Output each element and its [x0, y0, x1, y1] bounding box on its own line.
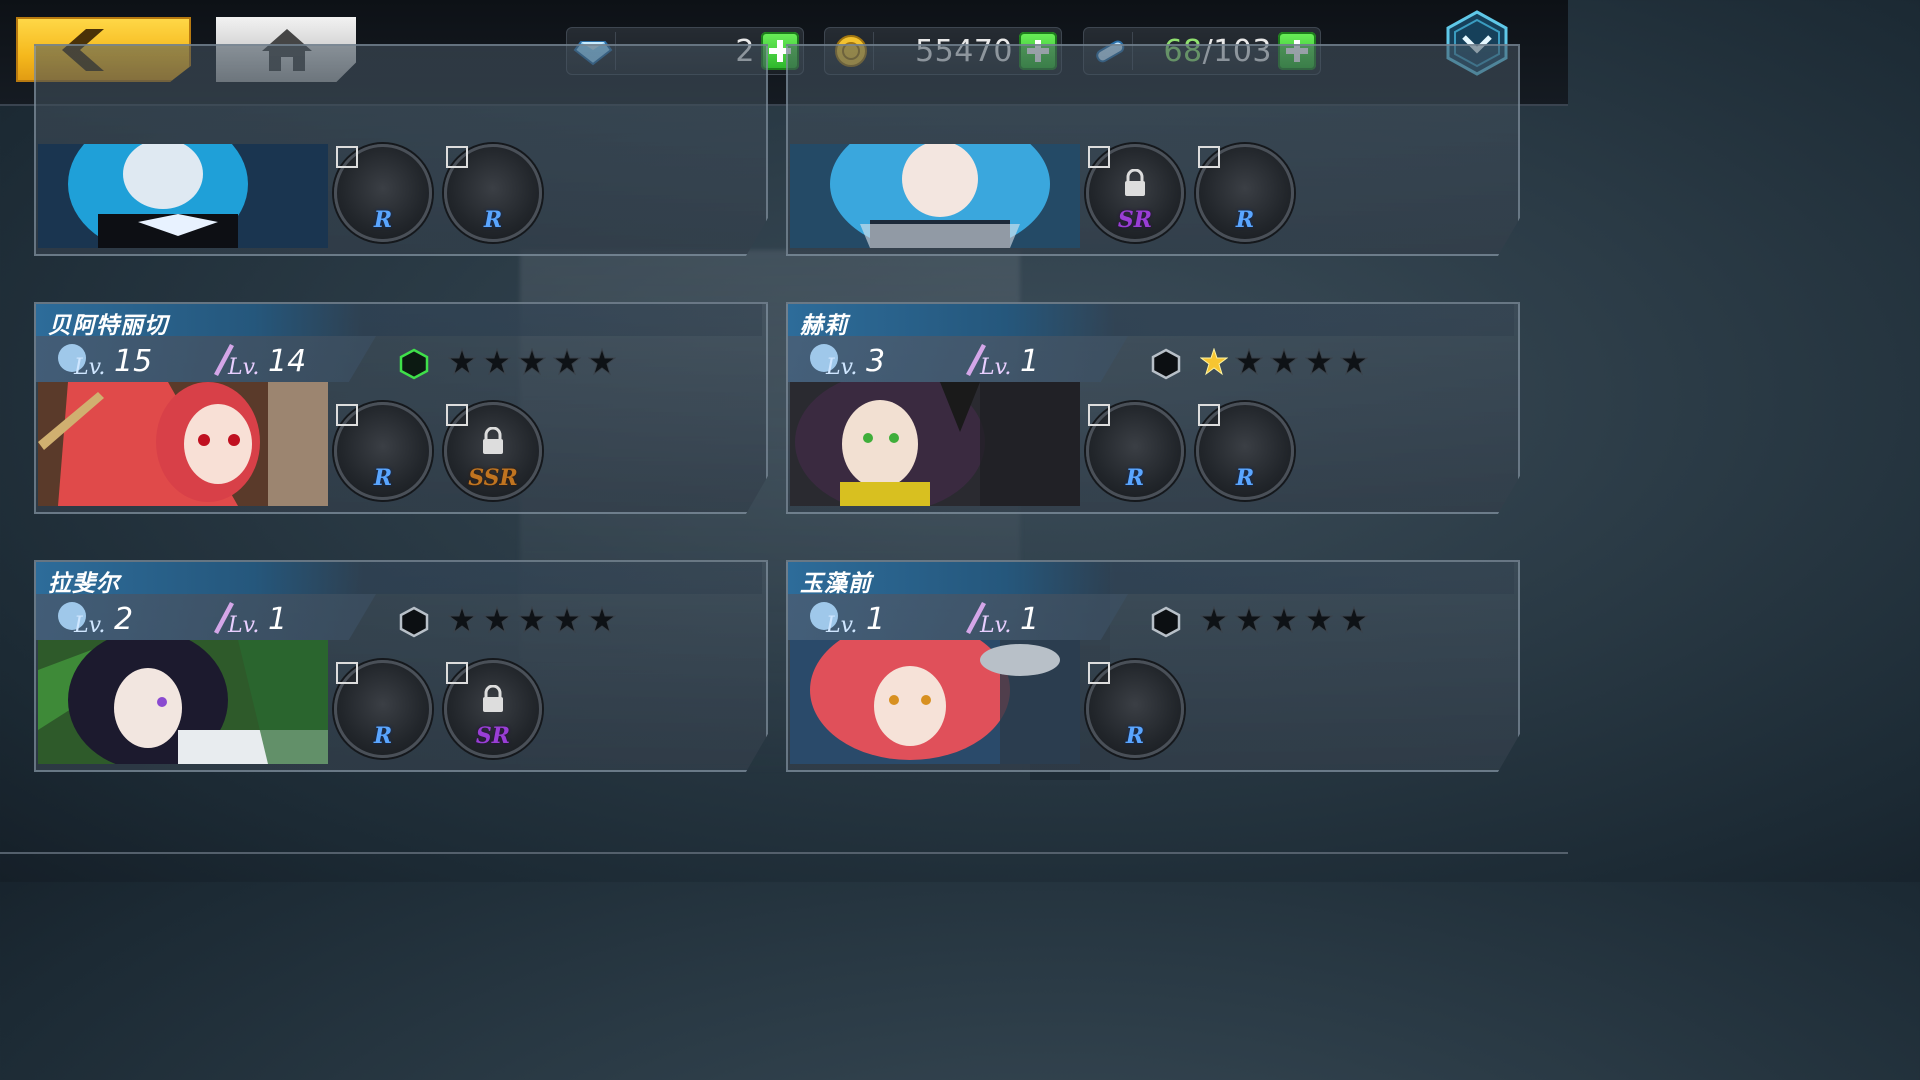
rarity-label: R	[373, 207, 393, 233]
svg-text:Lv.: Lv.	[73, 613, 105, 638]
character-name: 玉藻前	[800, 571, 872, 597]
svg-text:Lv.: Lv.	[227, 355, 259, 380]
rarity-label: SR	[475, 723, 511, 749]
character-portrait	[38, 640, 328, 764]
hexagon-icon	[399, 348, 429, 380]
edit-icon	[446, 404, 468, 426]
character-name: 赫莉	[800, 313, 848, 339]
star-icon	[483, 348, 511, 376]
character-portrait	[38, 144, 328, 248]
name-bar: 拉斐尔	[36, 562, 762, 597]
star-icon	[448, 606, 476, 634]
svg-text:Lv.: Lv.	[227, 613, 259, 638]
character-portrait	[790, 640, 1080, 764]
hexagon-icon	[1151, 606, 1181, 638]
star-icon	[518, 348, 546, 376]
svg-text:Lv.: Lv.	[73, 355, 105, 380]
level-row: Lv. 15 Lv. 14	[36, 336, 376, 382]
name-bar: 贝阿特丽切	[36, 304, 762, 339]
star-icon	[1200, 606, 1228, 634]
name-bar: 玉藻前	[788, 562, 1514, 597]
character-card[interactable]: 赫莉 Lv. 3 Lv. 1 R R	[786, 302, 1520, 514]
hexagon-icon	[399, 606, 429, 638]
level-row: Lv. 3 Lv. 1	[788, 336, 1128, 382]
edit-icon	[1088, 404, 1110, 426]
weapon-level-icon: Lv.	[214, 344, 259, 380]
rarity-label: R	[1235, 465, 1255, 491]
bottom-divider	[0, 852, 1568, 854]
edit-icon	[336, 146, 358, 168]
star-icon	[1305, 606, 1333, 634]
star-icon	[553, 606, 581, 634]
edit-icon	[1198, 146, 1220, 168]
character-level-icon: Lv.	[810, 602, 857, 638]
star-icon	[588, 348, 616, 376]
rarity-label: R	[1125, 723, 1145, 749]
character-portrait	[38, 382, 328, 506]
svg-text:Lv.: Lv.	[979, 613, 1011, 638]
star-icon	[588, 606, 616, 634]
character-card[interactable]: SR R	[786, 44, 1520, 256]
svg-text:Lv.: Lv.	[825, 355, 857, 380]
edit-icon	[1198, 404, 1220, 426]
edit-icon	[1088, 146, 1110, 168]
character-level-icon: Lv.	[58, 602, 105, 638]
name-bar: 赫莉	[788, 304, 1514, 339]
rarity-label: R	[1125, 465, 1145, 491]
hexagon-icon	[1151, 348, 1181, 380]
edit-icon	[336, 662, 358, 684]
rarity-label: R	[483, 207, 503, 233]
svg-text:Lv.: Lv.	[825, 613, 857, 638]
weapon-level-icon: Lv.	[966, 602, 1011, 638]
level-row: Lv. 1 Lv. 1	[788, 594, 1128, 640]
character-level-icon: Lv.	[810, 344, 857, 380]
star-icon	[1270, 606, 1298, 634]
lock-icon	[483, 427, 503, 454]
lock-icon	[1125, 169, 1145, 196]
svg-text:Lv.: Lv.	[979, 355, 1011, 380]
star-icon	[1200, 348, 1228, 376]
rarity-label: SR	[1117, 207, 1153, 233]
star-icon	[483, 606, 511, 634]
edit-icon	[1088, 662, 1110, 684]
star-icon	[1270, 348, 1298, 376]
edit-icon	[446, 146, 468, 168]
star-icon	[1235, 606, 1263, 634]
weapon-level-icon: Lv.	[214, 602, 259, 638]
rarity-label: R	[1235, 207, 1255, 233]
character-card[interactable]: 玉藻前 Lv. 1 Lv. 1 R	[786, 560, 1520, 772]
character-card[interactable]: 贝阿特丽切 Lv. 15 Lv. 14 R SSR	[34, 302, 768, 514]
star-icon	[1340, 348, 1368, 376]
character-name: 贝阿特丽切	[48, 313, 168, 339]
character-name: 拉斐尔	[48, 571, 120, 597]
character-level-icon: Lv.	[58, 344, 105, 380]
character-portrait	[790, 144, 1080, 248]
character-portrait	[790, 382, 1080, 506]
character-card[interactable]: 拉斐尔 Lv. 2 Lv. 1 R SR	[34, 560, 768, 772]
lock-icon	[483, 685, 503, 712]
star-icon	[553, 348, 581, 376]
level-row: Lv. 2 Lv. 1	[36, 594, 376, 640]
star-icon	[448, 348, 476, 376]
character-card[interactable]: R R	[34, 44, 768, 256]
rarity-label: R	[373, 465, 393, 491]
star-icon	[1305, 348, 1333, 376]
weapon-level-icon: Lv.	[966, 344, 1011, 380]
rarity-label: R	[373, 723, 393, 749]
star-icon	[518, 606, 546, 634]
star-icon	[1235, 348, 1263, 376]
rarity-label: SSR	[468, 465, 518, 491]
edit-icon	[336, 404, 358, 426]
star-icon	[1340, 606, 1368, 634]
edit-icon	[446, 662, 468, 684]
